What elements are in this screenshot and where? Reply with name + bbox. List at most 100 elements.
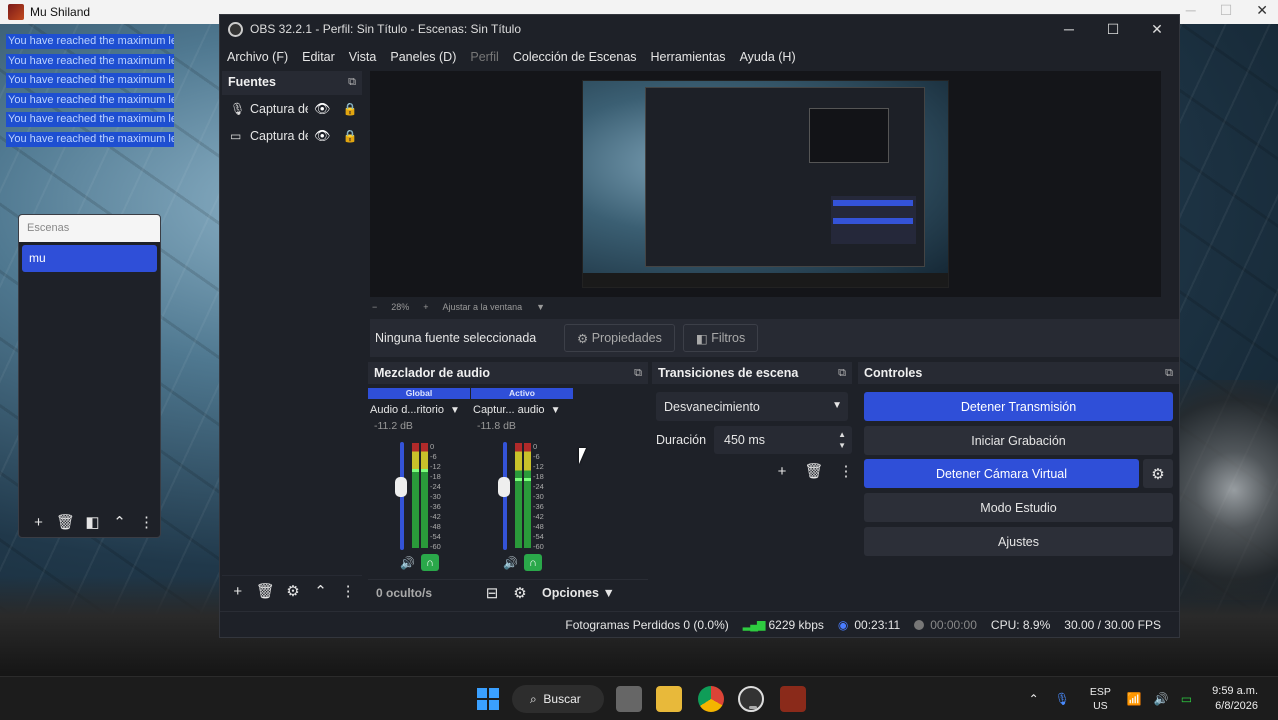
maximize-button[interactable]: ☐ bbox=[1091, 15, 1135, 43]
clock-date: 6/8/2026 bbox=[1215, 700, 1258, 712]
preview-area[interactable] bbox=[370, 71, 1161, 297]
mixer-header: Mezclador de audio ⧉ bbox=[368, 362, 648, 384]
settings-button[interactable]: Ajustes bbox=[864, 527, 1173, 556]
trash-icon[interactable]: 🗑 bbox=[252, 579, 280, 603]
transition-select[interactable]: Desvanecimiento ▼ bbox=[656, 392, 848, 421]
lock-icon[interactable]: 🔒 bbox=[343, 102, 358, 116]
undock-icon[interactable]: ⧉ bbox=[838, 362, 846, 384]
file-explorer-icon[interactable] bbox=[656, 686, 682, 712]
mixer-tab-active[interactable]: Activo bbox=[471, 388, 573, 399]
mixer-tab-global[interactable]: Global bbox=[368, 388, 470, 399]
minimize-button[interactable]: ─ bbox=[1047, 15, 1091, 43]
microphone-icon[interactable]: 🎙 bbox=[1055, 692, 1070, 706]
transitions-panel: Transiciones de escena ⧉ Desvanecimiento… bbox=[652, 362, 854, 606]
menu-perfil[interactable]: Perfil bbox=[470, 50, 498, 64]
options-button[interactable]: Opciones ▼ bbox=[534, 581, 623, 605]
advanced-audio-icon[interactable]: ⚙ bbox=[506, 581, 534, 605]
chevron-down-icon[interactable]: ▼ bbox=[536, 302, 545, 312]
menu-ayuda[interactable]: Ayuda (H) bbox=[740, 50, 796, 64]
eye-icon[interactable]: 👁 bbox=[314, 101, 331, 117]
gear-icon[interactable]: ⚙ bbox=[279, 579, 307, 603]
preview-canvas[interactable] bbox=[582, 80, 949, 288]
sources-header: Fuentes ⧉ bbox=[222, 71, 362, 93]
more-icon[interactable]: ⋮ bbox=[334, 579, 362, 603]
layout-icon[interactable]: ⊟ bbox=[478, 581, 506, 605]
channel-name-dropdown[interactable]: Captur... audio ▼ bbox=[473, 402, 575, 418]
trash-icon[interactable]: 🗑 bbox=[800, 459, 828, 483]
more-icon[interactable]: ⋮ bbox=[832, 459, 860, 483]
chevron-up-icon[interactable]: ⌃ bbox=[1029, 692, 1039, 706]
menu-coleccion[interactable]: Colección de Escenas bbox=[513, 50, 637, 64]
zoom-out-icon[interactable]: − bbox=[372, 302, 377, 312]
zoom-in-icon[interactable]: + bbox=[423, 302, 428, 312]
game-taskbar-icon[interactable] bbox=[780, 686, 806, 712]
task-view-icon[interactable] bbox=[616, 686, 642, 712]
add-transition-icon[interactable]: + bbox=[768, 459, 796, 483]
language-indicator[interactable]: ESP US bbox=[1090, 685, 1111, 713]
rec-time-item: 00:00:00 bbox=[914, 618, 977, 632]
more-icon[interactable]: ⋮ bbox=[133, 510, 160, 534]
game-maximize-button[interactable]: ☐ bbox=[1220, 2, 1233, 19]
channel-name-dropdown[interactable]: Audio d...ritorio ▼ bbox=[370, 402, 472, 418]
headphone-icon[interactable]: ∩ bbox=[420, 554, 439, 571]
channel-db: -11.2 dB bbox=[374, 420, 413, 432]
close-button[interactable]: ✕ bbox=[1135, 15, 1179, 43]
start-button[interactable] bbox=[475, 686, 501, 712]
source-item[interactable]: ▭ Captura de juego 👁 🔒 bbox=[222, 122, 362, 149]
rec-time: 00:00:00 bbox=[930, 617, 977, 632]
menu-archivo[interactable]: Archivo (F) bbox=[227, 50, 288, 64]
virtual-cam-settings-icon[interactable]: ⚙ bbox=[1143, 459, 1173, 488]
speaker-icon[interactable]: 🔊 bbox=[400, 556, 415, 570]
search-button[interactable]: ⌕ Buscar bbox=[512, 685, 604, 713]
wifi-icon[interactable]: 📶 bbox=[1127, 692, 1142, 706]
scenes-dock: Escenas mu + 🗑 ◧ ⌃ ⋮ bbox=[18, 214, 161, 538]
obs-titlebar: OBS 32.2.1 - Perfil: Sin Título - Escena… bbox=[220, 15, 1179, 43]
battery-icon[interactable]: ▭ bbox=[1181, 692, 1192, 706]
clock-time: 9:59 a.m. bbox=[1212, 685, 1258, 697]
start-recording-button[interactable]: Iniciar Grabación bbox=[864, 426, 1173, 455]
undock-icon[interactable]: ⧉ bbox=[634, 362, 642, 384]
chevron-up-icon[interactable]: ⌃ bbox=[307, 579, 335, 603]
scenes-dock-title[interactable]: Escenas bbox=[19, 215, 160, 242]
lock-icon[interactable]: 🔒 bbox=[343, 129, 358, 143]
menu-herramientas[interactable]: Herramientas bbox=[651, 50, 726, 64]
filter-icon[interactable]: ◧ bbox=[79, 510, 106, 534]
transitions-title: Transiciones de escena bbox=[658, 366, 799, 380]
obs-taskbar-icon[interactable] bbox=[738, 686, 764, 712]
spin-arrows-icon[interactable]: ▲ ▼ bbox=[838, 429, 846, 451]
properties-label: Propiedades bbox=[591, 331, 662, 345]
headphone-icon[interactable]: ∩ bbox=[523, 554, 542, 571]
trash-icon[interactable]: 🗑 bbox=[52, 510, 79, 534]
stop-virtual-cam-button[interactable]: Detener Cámara Virtual bbox=[864, 459, 1139, 488]
duration-label: Duración bbox=[656, 433, 707, 447]
chrome-icon[interactable] bbox=[698, 686, 724, 712]
scene-item[interactable]: mu bbox=[22, 245, 157, 272]
add-scene-icon[interactable]: + bbox=[25, 510, 52, 534]
game-minimize-button[interactable]: ─ bbox=[1186, 2, 1196, 19]
chevron-up-icon[interactable]: ⌃ bbox=[106, 510, 133, 534]
mixer-title: Mezclador de audio bbox=[374, 366, 490, 380]
undock-icon[interactable]: ⧉ bbox=[348, 71, 356, 93]
menu-vista[interactable]: Vista bbox=[349, 50, 377, 64]
duration-input[interactable]: 450 ms ▲ ▼ bbox=[714, 426, 853, 454]
add-source-icon[interactable]: + bbox=[224, 579, 252, 603]
volume-knob[interactable] bbox=[395, 477, 407, 497]
fit-label[interactable]: Ajustar a la ventana bbox=[443, 302, 523, 312]
properties-button[interactable]: ⚙ Propiedades bbox=[564, 324, 675, 352]
source-item[interactable]: 🎙 Captura de audio 👁 🔒 bbox=[222, 95, 362, 122]
undock-icon[interactable]: ⧉ bbox=[1165, 362, 1173, 384]
studio-mode-button[interactable]: Modo Estudio bbox=[864, 493, 1173, 522]
eye-icon[interactable]: 👁 bbox=[314, 128, 331, 144]
menu-editar[interactable]: Editar bbox=[302, 50, 335, 64]
chevron-down-icon[interactable]: ▼ bbox=[450, 405, 460, 416]
obs-logo-icon bbox=[228, 21, 243, 37]
volume-icon[interactable]: 🔊 bbox=[1154, 692, 1169, 706]
clock[interactable]: 9:59 a.m. 6/8/2026 bbox=[1212, 684, 1258, 714]
speaker-icon[interactable]: 🔊 bbox=[503, 556, 518, 570]
filters-button[interactable]: ◧ Filtros bbox=[682, 324, 759, 352]
stop-stream-button[interactable]: Detener Transmisión bbox=[864, 392, 1173, 421]
game-close-button[interactable]: ✕ bbox=[1256, 2, 1268, 19]
chevron-down-icon[interactable]: ▼ bbox=[551, 405, 561, 416]
menu-paneles[interactable]: Paneles (D) bbox=[390, 50, 456, 64]
volume-knob[interactable] bbox=[498, 477, 510, 497]
